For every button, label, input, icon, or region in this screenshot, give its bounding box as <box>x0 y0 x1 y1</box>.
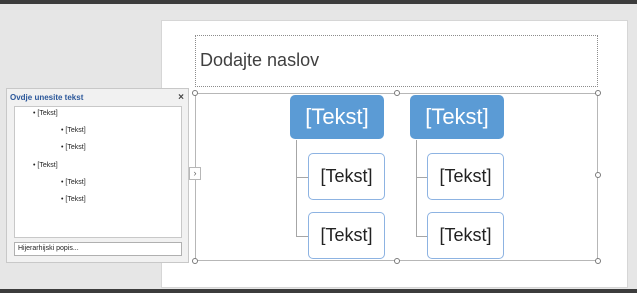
connector-left-vertical <box>296 140 297 237</box>
bullet-icon: • <box>61 127 64 134</box>
hierarchy-list-link[interactable]: Hijerarhijski popis... <box>14 242 182 256</box>
close-icon[interactable]: × <box>178 92 184 103</box>
bullet-icon: • <box>61 179 64 186</box>
text-pane-title: Ovdje unesite tekst <box>10 93 84 102</box>
smartart-top-shape-2[interactable]: [Tekst] <box>410 95 504 139</box>
list-item[interactable]: • [Tekst] <box>61 196 86 203</box>
smartart-frame[interactable] <box>195 93 598 261</box>
resize-handle-bottom-right[interactable] <box>595 258 601 264</box>
smartart-top-shape-1[interactable]: [Tekst] <box>290 95 384 139</box>
list-item[interactable]: • [Tekst] <box>61 144 86 151</box>
list-item-text: [Tekst] <box>65 144 86 151</box>
list-item-text: [Tekst] <box>37 110 58 117</box>
title-placeholder[interactable]: Dodajte naslov <box>195 35 598 87</box>
text-pane: Ovdje unesite tekst × • [Tekst] • [Tekst… <box>6 88 189 263</box>
resize-handle-top-middle[interactable] <box>394 90 400 96</box>
smartart-child-shape-2-2[interactable]: [Tekst] <box>427 212 504 259</box>
resize-handle-bottom-middle[interactable] <box>394 258 400 264</box>
resize-handle-top-left[interactable] <box>192 90 198 96</box>
list-item-text: [Tekst] <box>37 162 58 169</box>
window-bottom-border <box>0 289 637 293</box>
list-item-text: [Tekst] <box>65 127 86 134</box>
bullet-icon: • <box>61 196 64 203</box>
text-pane-list[interactable]: • [Tekst] • [Tekst] • [Tekst] • [Tekst] … <box>14 106 182 238</box>
bullet-icon: • <box>33 162 36 169</box>
list-item-text: [Tekst] <box>65 179 86 186</box>
resize-handle-bottom-left[interactable] <box>192 258 198 264</box>
connector-right-vertical <box>416 140 417 237</box>
list-item[interactable]: • [Tekst] <box>33 110 58 117</box>
list-item[interactable]: • [Tekst] <box>61 127 86 134</box>
bullet-icon: • <box>61 144 64 151</box>
resize-handle-middle-right[interactable] <box>595 172 601 178</box>
bullet-icon: • <box>33 110 36 117</box>
title-placeholder-text: Dodajte naslov <box>200 50 320 70</box>
window-top-border <box>0 0 637 4</box>
smartart-child-shape-2-1[interactable]: [Tekst] <box>427 153 504 200</box>
list-item[interactable]: • [Tekst] <box>61 179 86 186</box>
resize-handle-top-right[interactable] <box>595 90 601 96</box>
list-item[interactable]: • [Tekst] <box>33 162 58 169</box>
list-item-text: [Tekst] <box>65 196 86 203</box>
smartart-child-shape-1-1[interactable]: [Tekst] <box>308 153 385 200</box>
text-pane-toggle-button[interactable]: › <box>189 167 201 180</box>
slide-canvas[interactable]: Dodajte naslov <box>162 21 627 287</box>
smartart-child-shape-1-2[interactable]: [Tekst] <box>308 212 385 259</box>
